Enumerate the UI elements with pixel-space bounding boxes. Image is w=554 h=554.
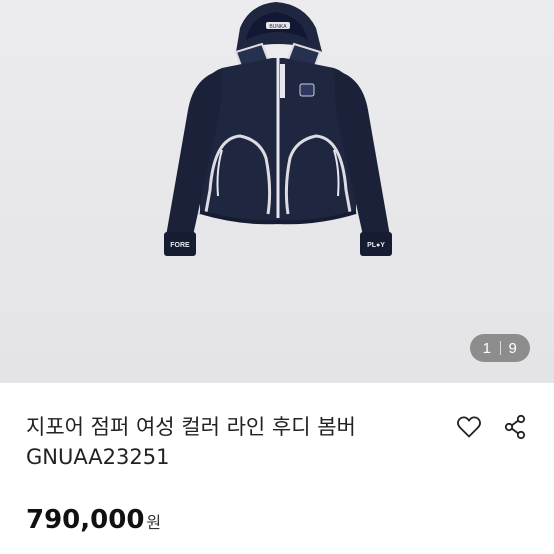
product-title-line1: 지포어 점퍼 여성 컬러 라인 후디 봄버 [26,415,356,439]
left-cuff-text: FORE [170,242,190,249]
original-price-row [26,544,36,554]
product-model-code: GNUAA23251 [26,445,170,469]
share-button[interactable] [498,410,532,444]
product-price: 790,000 원 [26,505,161,535]
price-value: 790,000 [26,505,145,535]
product-actions [452,410,532,444]
image-counter: 1 9 [470,334,530,362]
product-image-gallery[interactable]: BUNKA FORE PL●Y 1 9 [0,0,554,383]
image-counter-divider [499,341,501,355]
share-icon [504,414,526,440]
image-counter-total: 9 [508,339,518,357]
product-image: BUNKA FORE PL●Y [164,2,392,256]
hood-tag: BUNKA [269,24,287,30]
product-title: 지포어 점퍼 여성 컬러 라인 후디 봄버 GNUAA23251 [26,412,446,472]
image-counter-current: 1 [482,339,492,357]
right-cuff-text: PL●Y [367,242,385,249]
heart-icon [457,416,481,438]
like-button[interactable] [452,410,486,444]
price-unit: 원 [146,513,162,532]
